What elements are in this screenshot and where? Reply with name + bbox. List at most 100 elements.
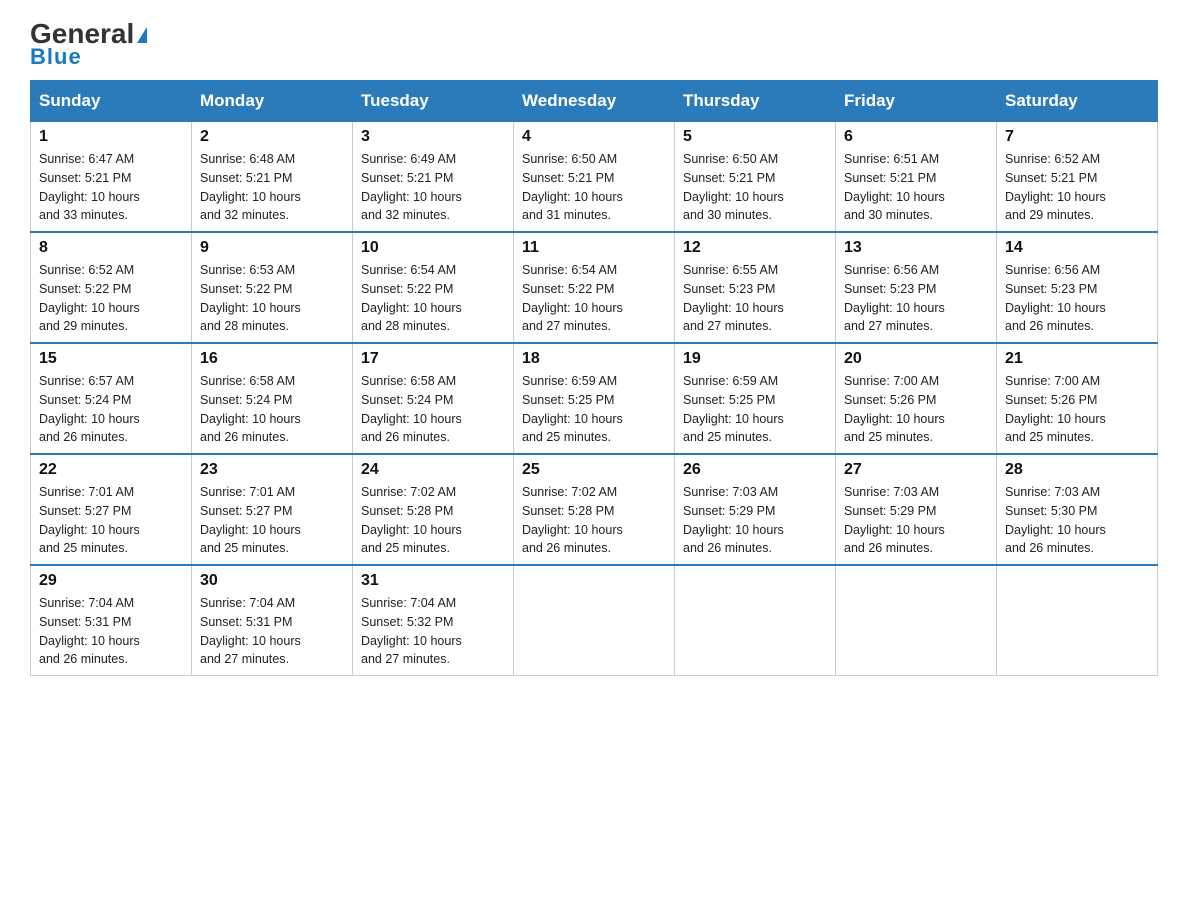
- calendar-cell: 5 Sunrise: 6:50 AM Sunset: 5:21 PM Dayli…: [675, 122, 836, 233]
- week-row-1: 1 Sunrise: 6:47 AM Sunset: 5:21 PM Dayli…: [31, 122, 1158, 233]
- days-header-row: SundayMondayTuesdayWednesdayThursdayFrid…: [31, 81, 1158, 122]
- day-info: Sunrise: 6:48 AM Sunset: 5:21 PM Dayligh…: [200, 150, 344, 225]
- calendar-cell: 25 Sunrise: 7:02 AM Sunset: 5:28 PM Dayl…: [514, 454, 675, 565]
- day-info: Sunrise: 6:53 AM Sunset: 5:22 PM Dayligh…: [200, 261, 344, 336]
- day-info: Sunrise: 6:54 AM Sunset: 5:22 PM Dayligh…: [522, 261, 666, 336]
- calendar-cell: 7 Sunrise: 6:52 AM Sunset: 5:21 PM Dayli…: [997, 122, 1158, 233]
- calendar-cell: 6 Sunrise: 6:51 AM Sunset: 5:21 PM Dayli…: [836, 122, 997, 233]
- calendar-cell: 3 Sunrise: 6:49 AM Sunset: 5:21 PM Dayli…: [353, 122, 514, 233]
- calendar-cell: 31 Sunrise: 7:04 AM Sunset: 5:32 PM Dayl…: [353, 565, 514, 676]
- day-info: Sunrise: 6:50 AM Sunset: 5:21 PM Dayligh…: [522, 150, 666, 225]
- day-number: 11: [522, 239, 666, 257]
- day-info: Sunrise: 6:49 AM Sunset: 5:21 PM Dayligh…: [361, 150, 505, 225]
- day-info: Sunrise: 6:51 AM Sunset: 5:21 PM Dayligh…: [844, 150, 988, 225]
- logo-blue-text: Blue: [30, 44, 82, 70]
- day-number: 6: [844, 128, 988, 146]
- day-number: 8: [39, 239, 183, 257]
- day-number: 22: [39, 461, 183, 479]
- day-number: 28: [1005, 461, 1149, 479]
- calendar-cell: [514, 565, 675, 676]
- day-number: 25: [522, 461, 666, 479]
- day-info: Sunrise: 7:04 AM Sunset: 5:31 PM Dayligh…: [200, 594, 344, 669]
- day-info: Sunrise: 7:01 AM Sunset: 5:27 PM Dayligh…: [200, 483, 344, 558]
- day-number: 30: [200, 572, 344, 590]
- calendar-cell: [836, 565, 997, 676]
- day-number: 21: [1005, 350, 1149, 368]
- day-number: 24: [361, 461, 505, 479]
- calendar-cell: 19 Sunrise: 6:59 AM Sunset: 5:25 PM Dayl…: [675, 343, 836, 454]
- week-row-5: 29 Sunrise: 7:04 AM Sunset: 5:31 PM Dayl…: [31, 565, 1158, 676]
- logo: General Blue: [30, 20, 147, 70]
- day-number: 10: [361, 239, 505, 257]
- calendar-cell: 9 Sunrise: 6:53 AM Sunset: 5:22 PM Dayli…: [192, 232, 353, 343]
- day-info: Sunrise: 6:54 AM Sunset: 5:22 PM Dayligh…: [361, 261, 505, 336]
- day-info: Sunrise: 7:02 AM Sunset: 5:28 PM Dayligh…: [522, 483, 666, 558]
- calendar-cell: 13 Sunrise: 6:56 AM Sunset: 5:23 PM Dayl…: [836, 232, 997, 343]
- page-header: General Blue: [30, 20, 1158, 70]
- day-number: 7: [1005, 128, 1149, 146]
- day-info: Sunrise: 6:58 AM Sunset: 5:24 PM Dayligh…: [200, 372, 344, 447]
- day-number: 18: [522, 350, 666, 368]
- day-number: 31: [361, 572, 505, 590]
- day-info: Sunrise: 7:00 AM Sunset: 5:26 PM Dayligh…: [1005, 372, 1149, 447]
- calendar-cell: [675, 565, 836, 676]
- calendar-cell: 15 Sunrise: 6:57 AM Sunset: 5:24 PM Dayl…: [31, 343, 192, 454]
- day-number: 2: [200, 128, 344, 146]
- calendar-cell: 28 Sunrise: 7:03 AM Sunset: 5:30 PM Dayl…: [997, 454, 1158, 565]
- calendar-cell: 22 Sunrise: 7:01 AM Sunset: 5:27 PM Dayl…: [31, 454, 192, 565]
- calendar-cell: 14 Sunrise: 6:56 AM Sunset: 5:23 PM Dayl…: [997, 232, 1158, 343]
- day-info: Sunrise: 6:59 AM Sunset: 5:25 PM Dayligh…: [522, 372, 666, 447]
- day-info: Sunrise: 7:01 AM Sunset: 5:27 PM Dayligh…: [39, 483, 183, 558]
- day-info: Sunrise: 6:55 AM Sunset: 5:23 PM Dayligh…: [683, 261, 827, 336]
- day-info: Sunrise: 6:52 AM Sunset: 5:21 PM Dayligh…: [1005, 150, 1149, 225]
- day-number: 20: [844, 350, 988, 368]
- day-number: 15: [39, 350, 183, 368]
- calendar-cell: 4 Sunrise: 6:50 AM Sunset: 5:21 PM Dayli…: [514, 122, 675, 233]
- day-number: 9: [200, 239, 344, 257]
- calendar-cell: 12 Sunrise: 6:55 AM Sunset: 5:23 PM Dayl…: [675, 232, 836, 343]
- day-number: 1: [39, 128, 183, 146]
- calendar-cell: [997, 565, 1158, 676]
- day-info: Sunrise: 7:03 AM Sunset: 5:29 PM Dayligh…: [683, 483, 827, 558]
- day-number: 19: [683, 350, 827, 368]
- day-number: 29: [39, 572, 183, 590]
- column-header-monday: Monday: [192, 81, 353, 122]
- calendar-table: SundayMondayTuesdayWednesdayThursdayFrid…: [30, 80, 1158, 676]
- day-number: 14: [1005, 239, 1149, 257]
- day-info: Sunrise: 6:50 AM Sunset: 5:21 PM Dayligh…: [683, 150, 827, 225]
- day-info: Sunrise: 6:58 AM Sunset: 5:24 PM Dayligh…: [361, 372, 505, 447]
- day-info: Sunrise: 7:04 AM Sunset: 5:31 PM Dayligh…: [39, 594, 183, 669]
- day-number: 17: [361, 350, 505, 368]
- day-info: Sunrise: 6:57 AM Sunset: 5:24 PM Dayligh…: [39, 372, 183, 447]
- calendar-cell: 11 Sunrise: 6:54 AM Sunset: 5:22 PM Dayl…: [514, 232, 675, 343]
- calendar-cell: 10 Sunrise: 6:54 AM Sunset: 5:22 PM Dayl…: [353, 232, 514, 343]
- calendar-cell: 8 Sunrise: 6:52 AM Sunset: 5:22 PM Dayli…: [31, 232, 192, 343]
- day-info: Sunrise: 7:03 AM Sunset: 5:30 PM Dayligh…: [1005, 483, 1149, 558]
- column-header-tuesday: Tuesday: [353, 81, 514, 122]
- column-header-friday: Friday: [836, 81, 997, 122]
- day-number: 4: [522, 128, 666, 146]
- day-number: 3: [361, 128, 505, 146]
- calendar-cell: 21 Sunrise: 7:00 AM Sunset: 5:26 PM Dayl…: [997, 343, 1158, 454]
- column-header-saturday: Saturday: [997, 81, 1158, 122]
- day-number: 23: [200, 461, 344, 479]
- calendar-cell: 16 Sunrise: 6:58 AM Sunset: 5:24 PM Dayl…: [192, 343, 353, 454]
- day-info: Sunrise: 6:56 AM Sunset: 5:23 PM Dayligh…: [1005, 261, 1149, 336]
- week-row-2: 8 Sunrise: 6:52 AM Sunset: 5:22 PM Dayli…: [31, 232, 1158, 343]
- day-info: Sunrise: 7:04 AM Sunset: 5:32 PM Dayligh…: [361, 594, 505, 669]
- calendar-cell: 17 Sunrise: 6:58 AM Sunset: 5:24 PM Dayl…: [353, 343, 514, 454]
- calendar-cell: 30 Sunrise: 7:04 AM Sunset: 5:31 PM Dayl…: [192, 565, 353, 676]
- calendar-cell: 23 Sunrise: 7:01 AM Sunset: 5:27 PM Dayl…: [192, 454, 353, 565]
- week-row-3: 15 Sunrise: 6:57 AM Sunset: 5:24 PM Dayl…: [31, 343, 1158, 454]
- day-number: 27: [844, 461, 988, 479]
- day-info: Sunrise: 6:47 AM Sunset: 5:21 PM Dayligh…: [39, 150, 183, 225]
- day-number: 16: [200, 350, 344, 368]
- day-info: Sunrise: 7:02 AM Sunset: 5:28 PM Dayligh…: [361, 483, 505, 558]
- day-info: Sunrise: 7:00 AM Sunset: 5:26 PM Dayligh…: [844, 372, 988, 447]
- calendar-cell: 20 Sunrise: 7:00 AM Sunset: 5:26 PM Dayl…: [836, 343, 997, 454]
- day-number: 12: [683, 239, 827, 257]
- calendar-cell: 26 Sunrise: 7:03 AM Sunset: 5:29 PM Dayl…: [675, 454, 836, 565]
- day-number: 26: [683, 461, 827, 479]
- column-header-thursday: Thursday: [675, 81, 836, 122]
- day-info: Sunrise: 6:59 AM Sunset: 5:25 PM Dayligh…: [683, 372, 827, 447]
